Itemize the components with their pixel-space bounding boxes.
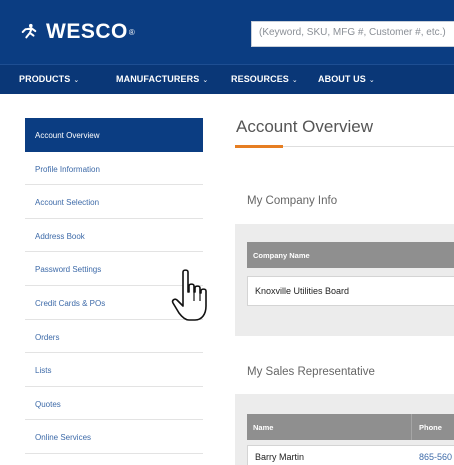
main-navigation: PRODUCTS ⌄ MANUFACTURERS ⌄ RESOURCES ⌄ ABOU…: [0, 64, 454, 94]
sidebar-item-lists[interactable]: Lists: [25, 353, 203, 387]
sales-rep-table-header: Name Phone: [247, 414, 454, 440]
chevron-down-icon: ⌄: [291, 77, 298, 84]
page-title: Account Overview: [236, 117, 373, 136]
nav-products[interactable]: PRODUCTS ⌄: [19, 74, 79, 84]
company-table-header: Company Name: [247, 242, 454, 268]
company-name-column-header: Company Name: [253, 251, 310, 260]
nav-products-label: PRODUCTS: [19, 74, 71, 84]
sidebar-item-online-services[interactable]: Online Services: [25, 420, 203, 454]
chevron-down-icon: ⌄: [202, 77, 209, 84]
sidebar-item-account-selection[interactable]: Account Selection: [25, 185, 203, 219]
nav-about-us-label: ABOUT US: [318, 74, 366, 84]
sales-rep-name: Barry Martin: [255, 452, 305, 462]
chevron-down-icon: ⌄: [368, 77, 375, 84]
sidebar-item-address-book[interactable]: Address Book: [25, 219, 203, 253]
sales-rep-phone-link[interactable]: 865-560: [419, 452, 452, 462]
nav-manufacturers-label: MANUFACTURERS: [116, 74, 200, 84]
company-info-heading: My Company Info: [247, 195, 338, 207]
hand-pointer-cursor-icon: [171, 269, 207, 321]
nav-resources-label: RESOURCES: [231, 74, 289, 84]
wesco-runner-logo-icon: [21, 23, 37, 39]
phone-column-header: Phone: [419, 423, 442, 432]
nav-about-us[interactable]: ABOUT US ⌄: [318, 74, 375, 84]
search-input[interactable]: (Keyword, SKU, MFG #, Customer #, etc.): [251, 21, 454, 47]
top-header: WESCO ® (Keyword, SKU, MFG #, Customer #…: [0, 0, 454, 64]
company-info-panel: Company Name Knoxville Utilities Board: [235, 224, 454, 336]
sidebar-item-account-overview[interactable]: Account Overview: [25, 118, 203, 152]
sidebar-item-profile-information[interactable]: Profile Information: [25, 152, 203, 186]
brand-registered-mark: ®: [128, 27, 135, 37]
wesco-logo[interactable]: WESCO ®: [20, 20, 135, 44]
sales-rep-panel: Name Phone Barry Martin 865-560: [235, 394, 454, 465]
nav-manufacturers[interactable]: MANUFACTURERS ⌄: [116, 74, 208, 84]
table-row: Barry Martin 865-560: [247, 445, 454, 465]
name-column-header: Name: [253, 423, 274, 432]
title-accent-bar: [235, 145, 283, 148]
main-content: Account Overview My Company Info Company…: [233, 94, 454, 465]
nav-resources[interactable]: RESOURCES ⌄: [231, 74, 298, 84]
sales-rep-heading: My Sales Representative: [247, 366, 375, 378]
company-name-value: Knoxville Utilities Board: [255, 286, 350, 296]
chevron-down-icon: ⌄: [73, 77, 80, 84]
brand-name: WESCO: [46, 20, 128, 43]
table-row: Knoxville Utilities Board: [247, 276, 454, 306]
sidebar-item-quotes[interactable]: Quotes: [25, 387, 203, 421]
column-divider: [411, 414, 412, 440]
